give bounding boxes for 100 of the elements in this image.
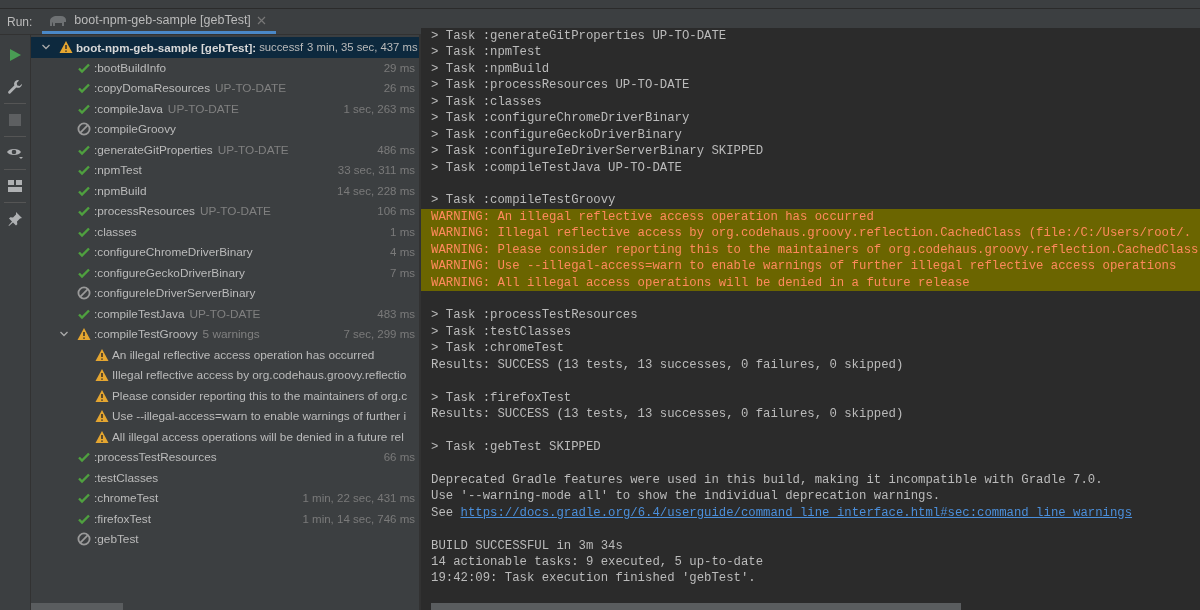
warning-icon xyxy=(59,40,73,55)
console-line: > Task :gebTest SKIPPED xyxy=(431,439,601,454)
run-icon[interactable] xyxy=(8,48,22,62)
task-name: :npmTest xyxy=(94,163,142,178)
tree-row[interactable]: Please consider reporting this to the maintainers of org.c xyxy=(31,385,419,406)
console-line: > Task :npmBuild xyxy=(431,61,550,76)
task-duration: 106 ms xyxy=(376,205,415,218)
task-duration: 26 ms xyxy=(382,82,415,95)
console-line: BUILD SUCCESSFUL in 3m 34s xyxy=(431,538,623,553)
console-line: See xyxy=(431,505,454,520)
tree-row[interactable]: :classes 1 ms xyxy=(31,221,419,242)
warning-icon xyxy=(95,388,109,403)
warning-line: WARNING: Please consider reporting this to the maintainers of org.codehaus.groovy.reflection.CachedClass xyxy=(431,242,1199,257)
console-line: Results: SUCCESS (13 tests, 13 successes, 0 failures, 0 skipped) xyxy=(431,357,904,372)
eye-icon[interactable] xyxy=(6,146,24,160)
task-name: :chromeTest xyxy=(94,491,159,506)
tree-row[interactable]: An illegal reflective access operation has occurred xyxy=(31,344,419,365)
warning-icon xyxy=(77,327,91,342)
warning-icon xyxy=(95,368,109,383)
task-duration: 483 ms xyxy=(376,307,415,320)
skipped-icon xyxy=(77,122,91,137)
skipped-icon xyxy=(77,532,91,547)
tree-row[interactable]: :configureChromeDriverBinary 4 ms xyxy=(31,242,419,263)
task-name: :configureIeDriverServerBinary xyxy=(94,286,256,301)
warning-line: WARNING: Illegal reflective access by org.codehaus.groovy.reflection.CachedClass (file:/C:/Users/root/. xyxy=(431,226,1192,241)
task-duration: 14 sec, 228 ms xyxy=(336,184,415,197)
tree-row[interactable]: boot-npm-geb-sample [gebTest]: successf 3 min, 35 sec, 437 ms xyxy=(31,37,419,58)
tree-row[interactable]: Illegal reflective access by org.codehaus.groovy.reflectio xyxy=(31,365,419,386)
task-duration: 66 ms xyxy=(382,451,415,464)
tree-row[interactable]: :compileGroovy xyxy=(31,119,419,140)
check-icon xyxy=(77,163,91,178)
console-line: 19:42:09: Task execution finished 'gebTest'. xyxy=(431,571,756,586)
task-name: :generateGitProperties xyxy=(94,142,213,157)
task-status: UP-TO-DATE xyxy=(167,101,239,116)
console-line: > Task :testClasses xyxy=(431,324,572,339)
console-line: > Task :firefoxTest xyxy=(431,390,572,405)
task-name: :processResources xyxy=(94,204,195,219)
task-name: Please consider reporting this to the maintainers of org.c xyxy=(112,388,408,403)
scrollbar[interactable] xyxy=(31,603,123,610)
task-status: 5 warnings xyxy=(202,327,260,342)
tree-row[interactable]: All illegal access operations will be denied in a future rel xyxy=(31,426,419,447)
tree-row[interactable]: :chromeTest 1 min, 22 sec, 431 ms xyxy=(31,488,419,509)
tree-row[interactable]: :testClasses xyxy=(31,467,419,488)
task-duration: 1 min, 22 sec, 431 ms xyxy=(301,492,415,505)
task-status: UP-TO-DATE xyxy=(217,142,289,157)
task-duration: 3 min, 35 sec, 437 ms xyxy=(306,41,418,54)
tree-row[interactable]: :copyDomaResources UP-TO-DATE 26 ms xyxy=(31,78,419,99)
check-icon xyxy=(77,450,91,465)
task-duration: 1 ms xyxy=(389,225,415,238)
tree-row[interactable]: :compileJava UP-TO-DATE 1 sec, 263 ms xyxy=(31,98,419,119)
check-icon xyxy=(77,81,91,96)
tree-row[interactable]: :npmBuild 14 sec, 228 ms xyxy=(31,180,419,201)
task-status: UP-TO-DATE xyxy=(200,204,271,219)
task-name: An illegal reflective access operation has occurred xyxy=(112,347,375,362)
task-duration: 1 min, 14 sec, 746 ms xyxy=(301,512,415,525)
tree-row[interactable]: :npmTest 33 sec, 311 ms xyxy=(31,160,419,181)
check-icon xyxy=(77,204,91,219)
console-line: > Task :npmTest xyxy=(431,45,542,60)
layout-icon[interactable] xyxy=(8,180,22,192)
task-name: :npmBuild xyxy=(94,183,147,198)
console-line: 14 actionable tasks: 9 executed, 5 up-to-date xyxy=(431,555,764,569)
tree-row[interactable]: :firefoxTest 1 min, 14 sec, 746 ms xyxy=(31,508,419,529)
task-name: :configureGeckoDriverBinary xyxy=(94,265,245,280)
wrench-icon[interactable] xyxy=(7,79,23,95)
pin-icon[interactable] xyxy=(8,212,22,226)
task-name: Use --illegal-access=warn to enable warnings of further i xyxy=(112,409,407,424)
tree-row[interactable]: Use --illegal-access=warn to enable warnings of further i xyxy=(31,406,419,427)
task-name: :copyDomaResources xyxy=(94,81,211,96)
task-name: :processTestResources xyxy=(94,450,217,465)
task-name: boot-npm-geb-sample [gebTest]: xyxy=(76,40,257,54)
close-icon[interactable] xyxy=(256,15,266,25)
console-line: > Task :processTestResources xyxy=(431,308,638,323)
task-name: :gebTest xyxy=(94,532,139,547)
tree-row[interactable]: :generateGitProperties UP-TO-DATE 486 ms xyxy=(31,139,419,160)
tree-row[interactable]: :compileTestJava UP-TO-DATE 483 ms xyxy=(31,303,419,324)
console-line: > Task :classes xyxy=(431,94,542,109)
console-line: > Task :configureGeckoDriverBinary xyxy=(431,127,682,142)
tree-row[interactable]: :configureGeckoDriverBinary 7 ms xyxy=(31,262,419,283)
tree-row[interactable]: :gebTest xyxy=(31,529,419,550)
tree-row[interactable]: :processTestResources 66 ms xyxy=(31,447,419,468)
scrollbar[interactable] xyxy=(431,603,961,610)
warning-icon xyxy=(95,429,109,444)
check-icon xyxy=(77,245,91,260)
tree-row[interactable]: :configureIeDriverServerBinary xyxy=(31,283,419,304)
console-line: > Task :compileTestJava UP-TO-DATE xyxy=(431,160,682,175)
warning-line: WARNING: An illegal reflective access operation has occurred xyxy=(431,209,874,224)
warning-line: WARNING: Use --illegal-access=warn to enable warnings of further illegal reflective access operations xyxy=(431,259,1177,274)
console-line: > Task :configureChromeDriverBinary xyxy=(431,111,690,126)
check-icon xyxy=(77,491,91,506)
task-name: Illegal reflective access by org.codehaus.groovy.reflectio xyxy=(112,368,407,383)
task-duration: 4 ms xyxy=(389,246,415,259)
docs-link[interactable]: https://docs.gradle.org/6.4/userguide/command_line_interface.html#sec:command_line_warnings xyxy=(460,505,1133,520)
task-duration: 1 sec, 263 ms xyxy=(342,102,415,115)
warning-line: WARNING: All illegal access operations will be denied in a future release xyxy=(431,275,970,290)
tree-row[interactable]: :compileTestGroovy 5 warnings 7 sec, 299 ms xyxy=(31,324,419,345)
console-line: > Task :processResources UP-TO-DATE xyxy=(431,78,690,93)
console-line: Results: SUCCESS (13 tests, 13 successes, 0 failures, 0 skipped) xyxy=(431,407,904,422)
warning-icon xyxy=(95,347,109,362)
task-name: :compileGroovy xyxy=(94,122,176,137)
tree-row[interactable]: :processResources UP-TO-DATE 106 ms xyxy=(31,201,419,222)
